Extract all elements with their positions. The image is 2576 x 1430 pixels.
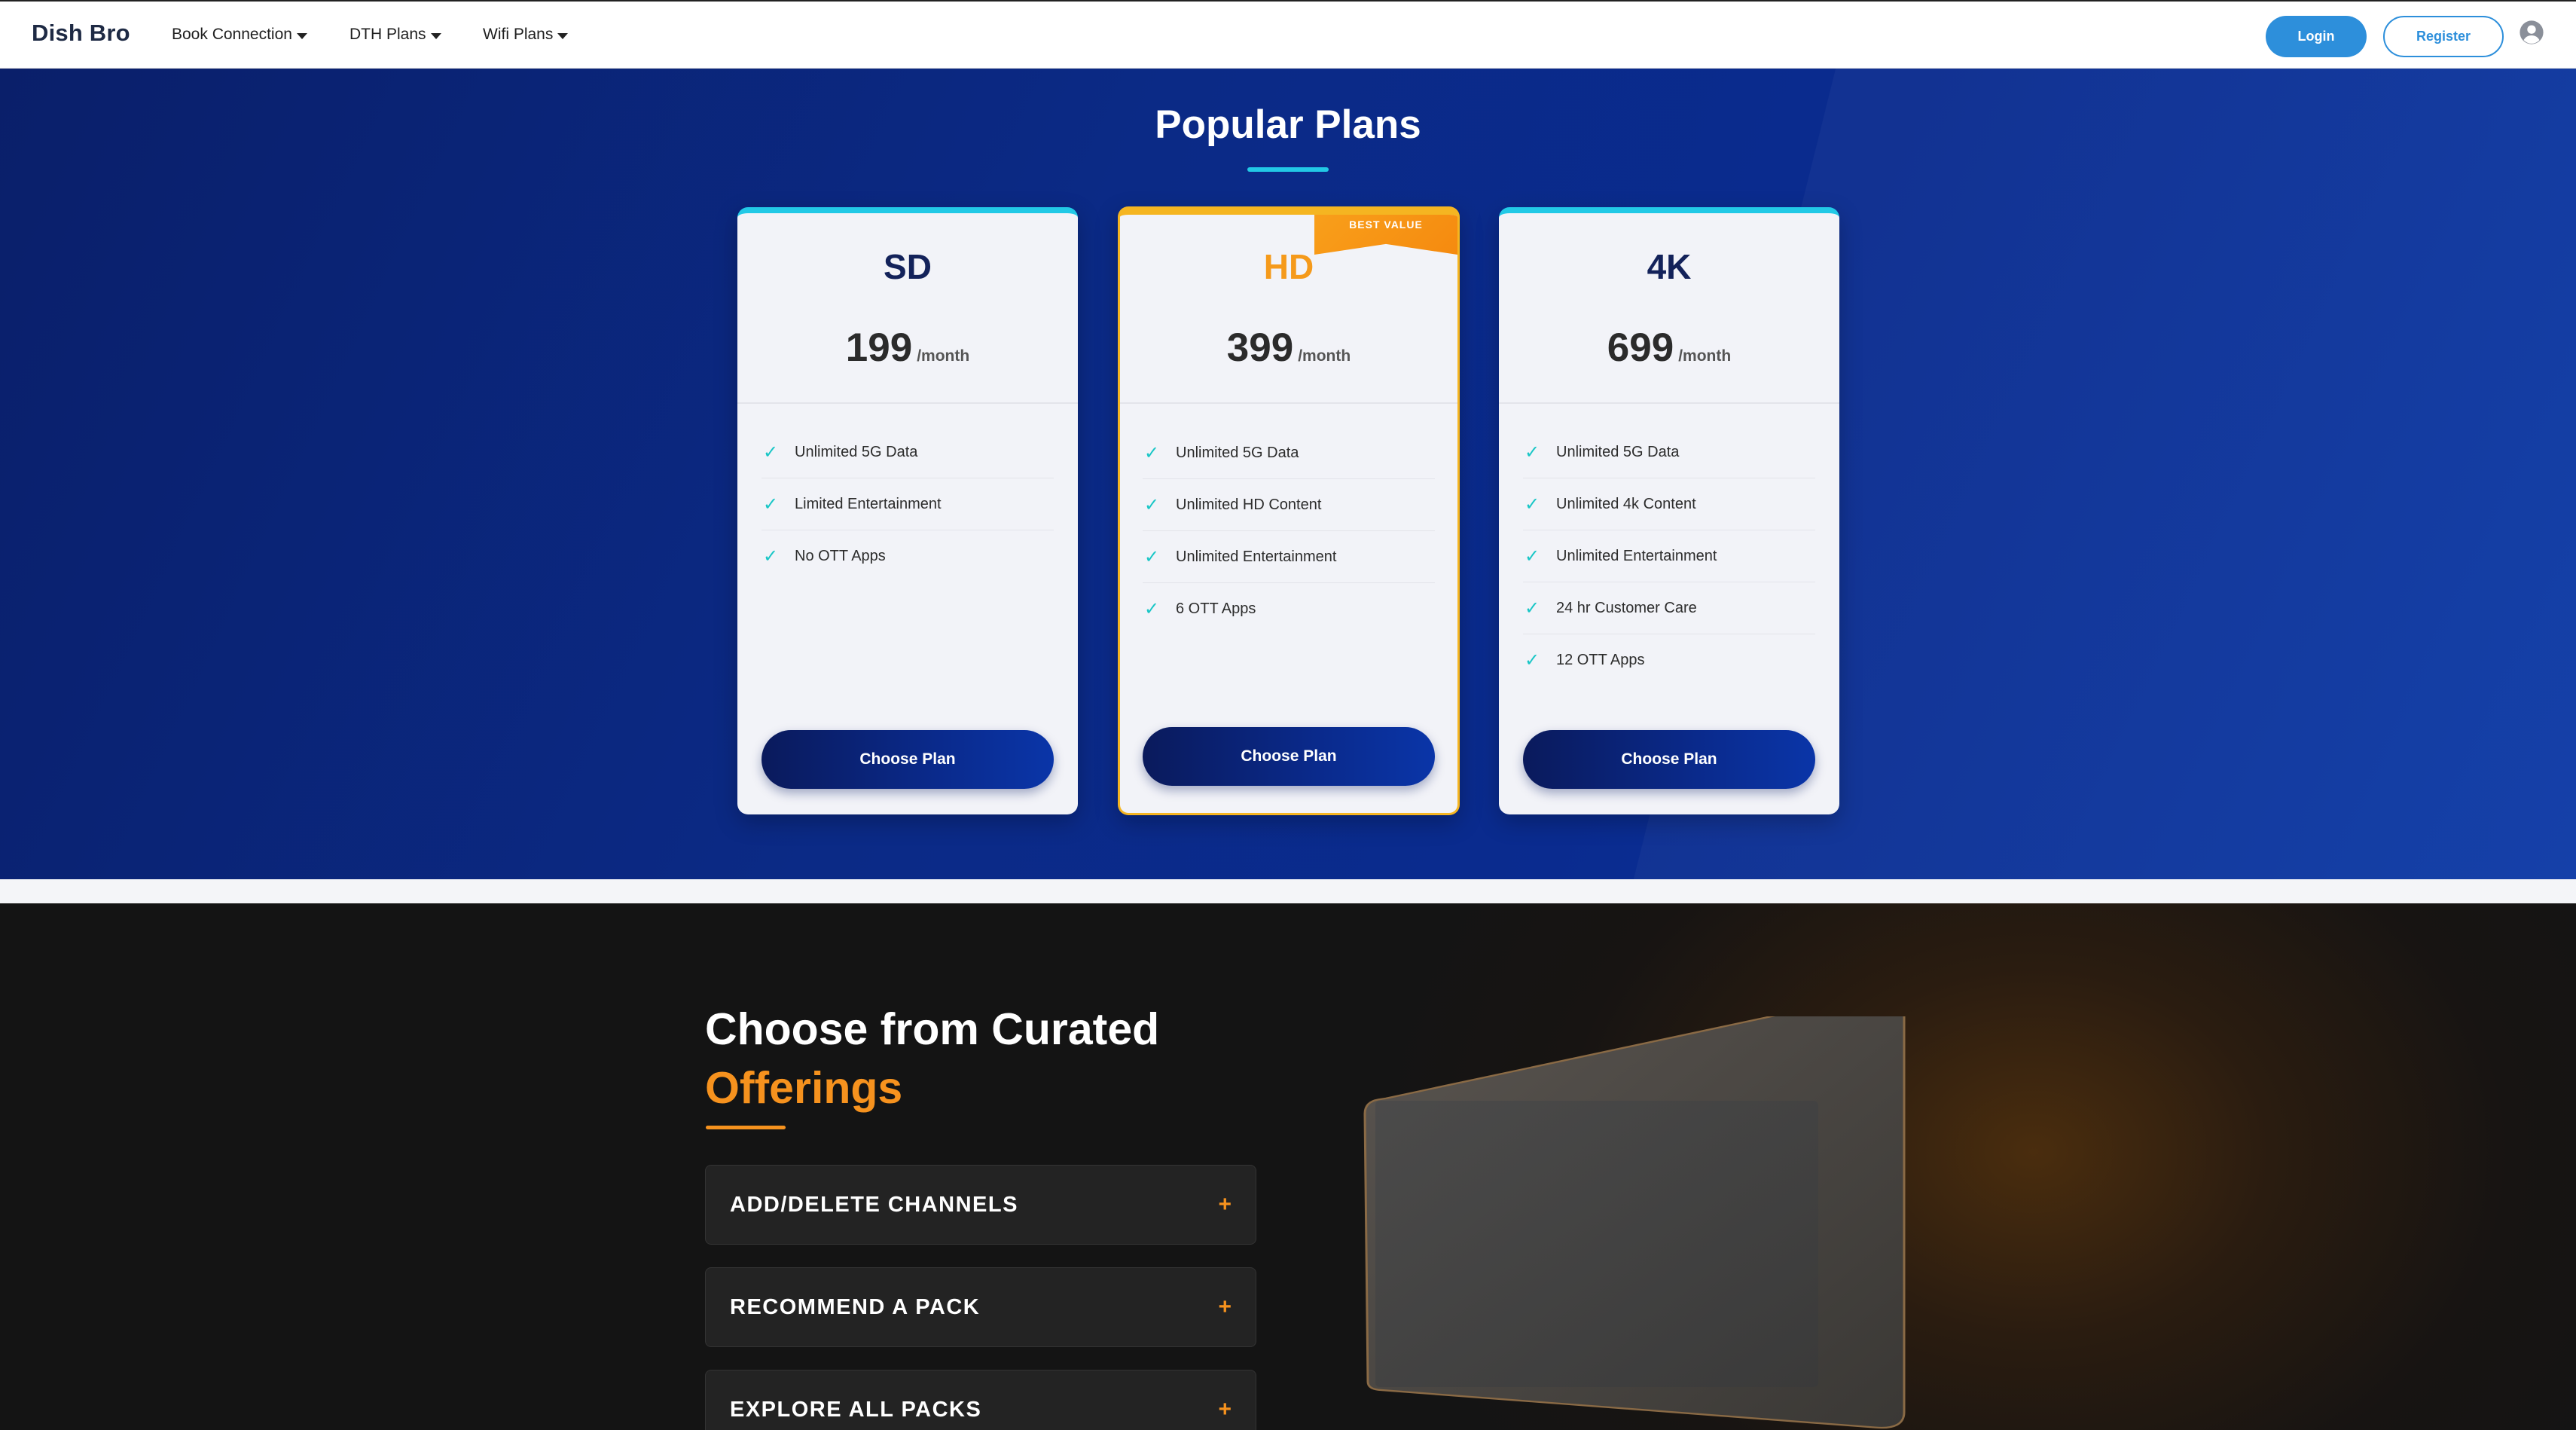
nav-book-connection[interactable]: Book Connection	[172, 26, 307, 44]
accordion-add-delete-channels[interactable]: ADD/DELETE CHANNELS +	[705, 1165, 1256, 1245]
checkmark-icon: ✓	[1525, 493, 1540, 515]
price-period: /month	[1298, 347, 1351, 365]
curated-title-line1: Choose from Curated	[705, 1004, 1160, 1054]
plus-icon: +	[1218, 1397, 1232, 1422]
feature-text: Unlimited 5G Data	[1556, 443, 1680, 460]
feature-text: 24 hr Customer Care	[1556, 599, 1697, 616]
feature-item: ✓ Unlimited 5G Data	[762, 426, 1054, 478]
register-button[interactable]: Register	[2383, 16, 2504, 57]
feature-list: ✓ Unlimited 5G Data ✓ Unlimited HD Content…	[1143, 427, 1435, 635]
nav-book-connection-label: Book Connection	[172, 26, 292, 43]
nav-dth-plans-label: DTH Plans	[349, 26, 426, 43]
checkmark-icon: ✓	[1525, 442, 1540, 463]
tv-screen-icon	[1363, 991, 1906, 1429]
checkmark-icon: ✓	[1525, 650, 1540, 671]
price-period: /month	[917, 347, 970, 365]
popular-plans-title: Popular Plans	[1155, 102, 1421, 147]
feature-item: ✓ 12 OTT Apps	[1523, 634, 1815, 686]
choose-plan-button-sd[interactable]: Choose Plan	[762, 730, 1054, 789]
plan-card-sd: SD 199/month ✓ Unlimited 5G Data ✓ Limited…	[737, 207, 1078, 814]
feature-item: ✓ Limited Entertainment	[762, 478, 1054, 530]
plan-name: 4K	[1647, 247, 1692, 286]
price-amount: 699	[1607, 325, 1674, 370]
feature-text: 6 OTT Apps	[1176, 600, 1256, 617]
nav-dth-plans[interactable]: DTH Plans	[349, 26, 441, 44]
caret-down-icon	[557, 32, 569, 39]
plus-icon: +	[1218, 1294, 1232, 1319]
feature-text: No OTT Apps	[795, 548, 886, 564]
plan-name: SD	[884, 247, 932, 286]
curated-title-line2: Offerings	[705, 1063, 903, 1113]
feature-list: ✓ Unlimited 5G Data ✓ Limited Entertainmen…	[762, 426, 1054, 582]
feature-list: ✓ Unlimited 5G Data ✓ Unlimited 4k Content…	[1523, 426, 1815, 686]
checkmark-icon: ✓	[763, 493, 779, 515]
checkmark-icon: ✓	[1144, 494, 1160, 515]
accordion-label: RECOMMEND A PACK	[730, 1294, 981, 1319]
brand-logo[interactable]: Dish Bro	[32, 20, 130, 47]
feature-item: ✓ Unlimited 5G Data	[1143, 427, 1435, 479]
login-button[interactable]: Login	[2266, 16, 2367, 57]
feature-item: ✓ 6 OTT Apps	[1143, 583, 1435, 635]
divider	[1499, 402, 1839, 404]
caret-down-icon	[296, 32, 307, 39]
plan-card-hd: BEST VALUE HD 399/month ✓ Unlimited 5G Da…	[1118, 206, 1460, 815]
choose-plan-button-4k[interactable]: Choose Plan	[1523, 730, 1815, 789]
checkmark-icon: ✓	[763, 546, 779, 567]
curated-title: Choose from Curated Offerings	[705, 1000, 1159, 1117]
feature-item: ✓ No OTT Apps	[762, 530, 1054, 582]
feature-item: ✓ Unlimited 4k Content	[1523, 478, 1815, 530]
feature-text: Unlimited HD Content	[1176, 496, 1322, 513]
plus-icon: +	[1218, 1192, 1232, 1217]
top-navbar: Dish Bro Book Connection DTH Plans Wifi …	[0, 0, 2576, 69]
feature-item: ✓ Unlimited Entertainment	[1143, 531, 1435, 583]
plan-price: 399/month	[1120, 325, 1457, 371]
checkmark-icon: ✓	[1144, 599, 1160, 619]
popular-plans-section: Popular Plans SD 199/month ✓ Unlimited 5G…	[0, 69, 2576, 879]
feature-item: ✓ 24 hr Customer Care	[1523, 582, 1815, 634]
curated-offerings-section: Choose from Curated Offerings ADD/DELETE…	[0, 903, 2576, 1430]
caret-down-icon	[430, 32, 441, 39]
accordion-explore-all-packs[interactable]: EXPLORE ALL PACKS +	[705, 1370, 1256, 1430]
feature-text: Unlimited 5G Data	[1176, 444, 1299, 461]
feature-item: ✓ Unlimited HD Content	[1143, 479, 1435, 531]
choose-plan-button-hd[interactable]: Choose Plan	[1143, 727, 1435, 786]
title-underline	[706, 1126, 786, 1129]
accordion-label: EXPLORE ALL PACKS	[730, 1397, 982, 1422]
feature-item: ✓ Unlimited 5G Data	[1523, 426, 1815, 478]
feature-text: 12 OTT Apps	[1556, 652, 1645, 668]
title-underline	[1247, 167, 1329, 172]
section-separator	[0, 879, 2576, 903]
feature-text: Limited Entertainment	[795, 495, 942, 512]
checkmark-icon: ✓	[1525, 545, 1540, 567]
checkmark-icon: ✓	[1525, 597, 1540, 619]
feature-text: Unlimited 4k Content	[1556, 495, 1696, 512]
price-amount: 199	[845, 325, 913, 370]
divider	[1120, 402, 1457, 404]
accordion-recommend-a-pack[interactable]: RECOMMEND A PACK +	[705, 1267, 1256, 1347]
divider	[737, 402, 1078, 404]
plan-price: 199/month	[737, 325, 1078, 371]
plan-card-4k: 4K 699/month ✓ Unlimited 5G Data ✓ Unlimit…	[1499, 207, 1839, 814]
price-period: /month	[1678, 347, 1732, 365]
price-amount: 399	[1226, 325, 1294, 370]
plan-price: 699/month	[1499, 325, 1839, 371]
checkmark-icon: ✓	[1144, 546, 1160, 567]
checkmark-icon: ✓	[1144, 442, 1160, 463]
nav-wifi-plans[interactable]: Wifi Plans	[483, 26, 569, 44]
checkmark-icon: ✓	[763, 442, 779, 463]
accordion-label: ADD/DELETE CHANNELS	[730, 1192, 1018, 1217]
plan-name: HD	[1263, 247, 1314, 286]
feature-text: Unlimited 5G Data	[795, 443, 918, 460]
feature-text: Unlimited Entertainment	[1556, 547, 1717, 564]
tv-illustration	[1356, 991, 1913, 1430]
nav-wifi-plans-label: Wifi Plans	[483, 26, 554, 43]
feature-text: Unlimited Entertainment	[1176, 548, 1337, 565]
feature-item: ✓ Unlimited Entertainment	[1523, 530, 1815, 582]
user-circle-icon[interactable]	[2519, 20, 2544, 45]
